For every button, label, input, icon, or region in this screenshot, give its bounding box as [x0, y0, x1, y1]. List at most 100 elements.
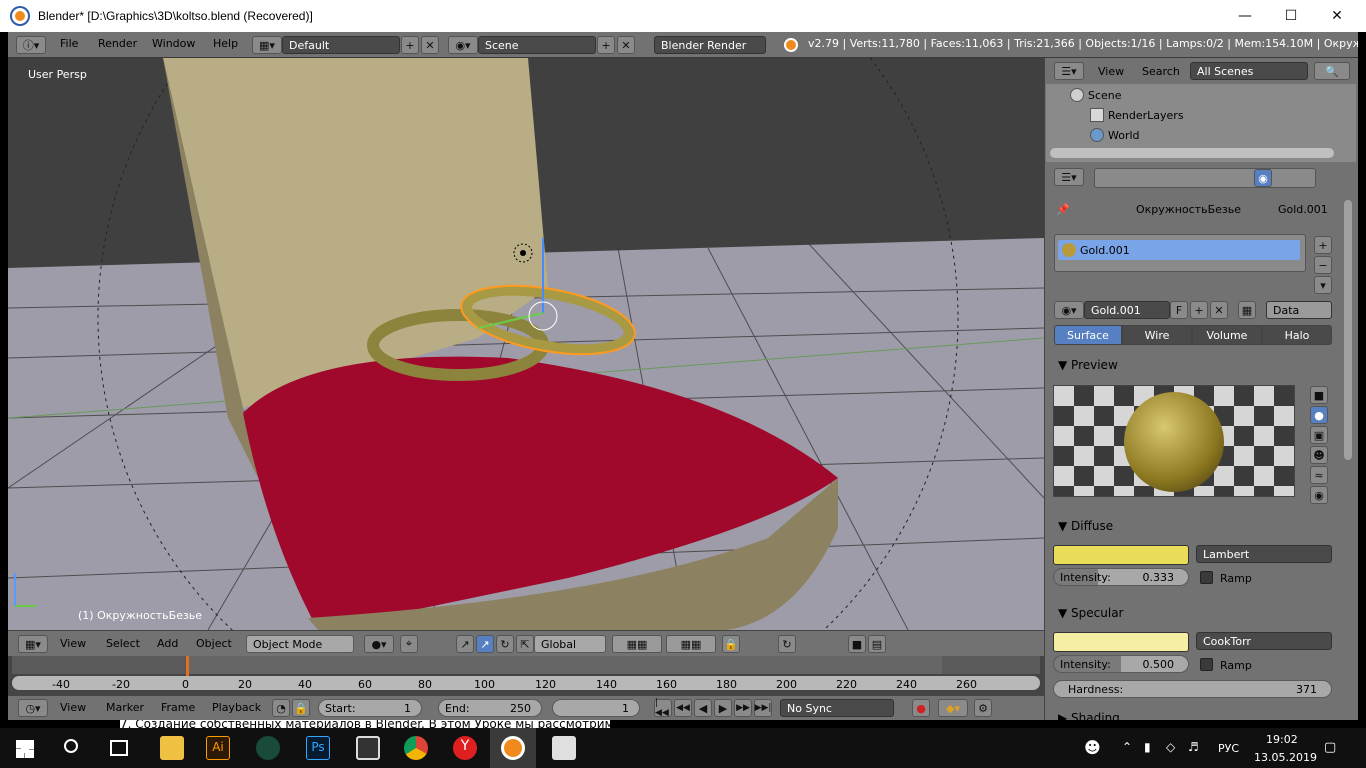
notification-icon[interactable]: ▢	[1324, 740, 1336, 755]
outliner-scene[interactable]: Scene	[1088, 89, 1122, 102]
preview-flat-icon[interactable]: ■	[1310, 386, 1328, 404]
snap-icon[interactable]: ↻	[778, 635, 796, 653]
sync-select[interactable]: No Sync	[780, 699, 894, 717]
keying-icon[interactable]: ⚙	[974, 699, 992, 717]
material-name-field[interactable]: Gold.001	[1084, 301, 1170, 319]
3d-viewport[interactable]: User Persp (1) ОкружностьБезье	[8, 58, 1044, 630]
node-icon[interactable]: ▦	[1238, 301, 1256, 319]
tab-surface[interactable]: Surface	[1054, 325, 1122, 345]
diffuse-ramp-checkbox[interactable]	[1200, 571, 1213, 584]
chrome-icon[interactable]	[404, 736, 428, 760]
pin-icon[interactable]: 📌	[1056, 203, 1070, 216]
diffuse-panel-header[interactable]: ▼ Diffuse	[1058, 519, 1113, 533]
preview-cube-icon[interactable]: ▣	[1310, 426, 1328, 444]
tab-volume[interactable]: Volume	[1192, 325, 1262, 345]
menu-playback[interactable]: Playback	[212, 701, 261, 714]
render-engine-select[interactable]: Blender Render	[654, 36, 766, 54]
menu-help[interactable]: Help	[213, 37, 238, 50]
new-material-button[interactable]: +	[1190, 301, 1208, 319]
add-slot-button[interactable]: +	[1314, 236, 1332, 254]
menu-view[interactable]: View	[60, 701, 86, 714]
outliner-menu-view[interactable]: View	[1098, 65, 1124, 78]
shading-panel-header[interactable]: ▶ Shading	[1058, 711, 1120, 720]
network-icon[interactable]: ◇	[1166, 740, 1175, 754]
menu-object[interactable]: Object	[196, 637, 232, 650]
render-anim-icon[interactable]: ▤	[868, 635, 886, 653]
preview-sky-icon[interactable]: ◉	[1310, 486, 1328, 504]
task-view-icon[interactable]	[110, 740, 128, 756]
layout-remove-button[interactable]: ✕	[421, 36, 439, 54]
menu-marker[interactable]: Marker	[106, 701, 144, 714]
outliner-type-icon[interactable]: ☰▾	[1054, 62, 1084, 80]
menu-file[interactable]: File	[60, 37, 78, 50]
hardness-slider[interactable]: Hardness: 371	[1053, 680, 1332, 698]
translate-icon[interactable]: ↗	[476, 635, 494, 653]
lock-icon[interactable]: 🔒	[722, 635, 740, 653]
language-indicator[interactable]: РУС	[1218, 742, 1239, 755]
scene-add-button[interactable]: +	[597, 36, 615, 54]
play-reverse-icon[interactable]: ◀	[694, 699, 712, 717]
diffuse-intensity-slider[interactable]: Intensity: 0.333	[1053, 568, 1189, 586]
outliner-menu-search[interactable]: Search	[1142, 65, 1180, 78]
yandex-icon[interactable]: Y	[453, 736, 477, 760]
preview-panel-header[interactable]: ▼ Preview	[1058, 358, 1118, 372]
play-icon[interactable]: ▶	[714, 699, 732, 717]
outliner[interactable]: Scene RenderLayers World	[1046, 84, 1356, 162]
material-tab-icon[interactable]: ◉	[1254, 169, 1272, 187]
preview-hair-icon[interactable]: ≈	[1310, 466, 1328, 484]
preview-sphere-icon[interactable]: ●	[1310, 406, 1328, 424]
layout-field[interactable]: Default	[282, 36, 400, 54]
preview-range-icon[interactable]: ◔	[272, 699, 290, 717]
timeline[interactable]	[8, 656, 1044, 696]
record-icon[interactable]: ●	[912, 699, 930, 717]
scene-remove-button[interactable]: ✕	[617, 36, 635, 54]
remove-slot-button[interactable]: −	[1314, 256, 1332, 274]
outliner-filter-select[interactable]: All Scenes	[1190, 62, 1308, 80]
mode-select[interactable]: Object Mode	[246, 635, 354, 653]
manipulator-icon[interactable]: ↗	[456, 635, 474, 653]
scene-icon[interactable]: ◉▾	[448, 36, 478, 54]
diffuse-color-swatch[interactable]	[1053, 545, 1189, 565]
properties-scrollbar[interactable]	[1344, 200, 1352, 460]
scale-icon[interactable]: ⇱	[516, 635, 534, 653]
tray-chevron-icon[interactable]: ⌃	[1122, 740, 1132, 754]
jump-keyframe-back-icon[interactable]: ◀◀	[674, 699, 692, 717]
app-icon[interactable]	[256, 736, 280, 760]
pivot-icon[interactable]: ⌖	[400, 635, 418, 653]
search-icon[interactable]: 🔍	[1314, 62, 1350, 80]
specular-ramp-checkbox[interactable]	[1200, 658, 1213, 671]
current-frame-field[interactable]: 1	[552, 699, 640, 717]
rotate-icon[interactable]: ↻	[496, 635, 514, 653]
close-button[interactable]: ✕	[1314, 0, 1360, 32]
layout-icon[interactable]: ▦▾	[252, 36, 282, 54]
illustrator-icon[interactable]: Ai	[206, 736, 230, 760]
specular-shader-select[interactable]: CookTorr	[1196, 632, 1332, 650]
menu-frame[interactable]: Frame	[161, 701, 195, 714]
layout-add-button[interactable]: +	[401, 36, 419, 54]
material-slot-selected[interactable]: Gold.001	[1058, 240, 1300, 260]
menu-add[interactable]: Add	[157, 637, 178, 650]
property-tabs[interactable]	[1094, 168, 1316, 188]
lock-range-icon[interactable]: 🔒	[292, 699, 310, 717]
windows-start-icon[interactable]	[16, 740, 34, 758]
blender-taskbar-icon[interactable]	[501, 736, 525, 760]
fake-user-button[interactable]: F	[1170, 301, 1188, 319]
maximize-button[interactable]: ☐	[1268, 0, 1314, 32]
photoshop-icon[interactable]: Ps	[306, 736, 330, 760]
link-select[interactable]: Data	[1266, 301, 1332, 319]
tab-halo[interactable]: Halo	[1262, 325, 1332, 345]
unlink-material-button[interactable]: ✕	[1210, 301, 1228, 319]
volume-icon[interactable]: ♬	[1188, 740, 1199, 754]
menu-render[interactable]: Render	[98, 37, 137, 50]
editor-type-timeline-icon[interactable]: ◷▾	[18, 699, 48, 717]
diffuse-shader-select[interactable]: Lambert	[1196, 545, 1332, 563]
jump-keyframe-forward-icon[interactable]: ▶▶	[734, 699, 752, 717]
timeline-scrollbar[interactable]	[12, 676, 1040, 690]
search-icon[interactable]	[64, 739, 78, 753]
render-preview-icon[interactable]: ■	[848, 635, 866, 653]
battery-icon[interactable]: ▮	[1144, 740, 1151, 754]
tab-wire[interactable]: Wire	[1122, 325, 1192, 345]
properties-type-icon[interactable]: ☰▾	[1054, 168, 1084, 186]
shading-mode-icon[interactable]: ●▾	[364, 635, 394, 653]
outliner-world[interactable]: World	[1108, 129, 1140, 142]
